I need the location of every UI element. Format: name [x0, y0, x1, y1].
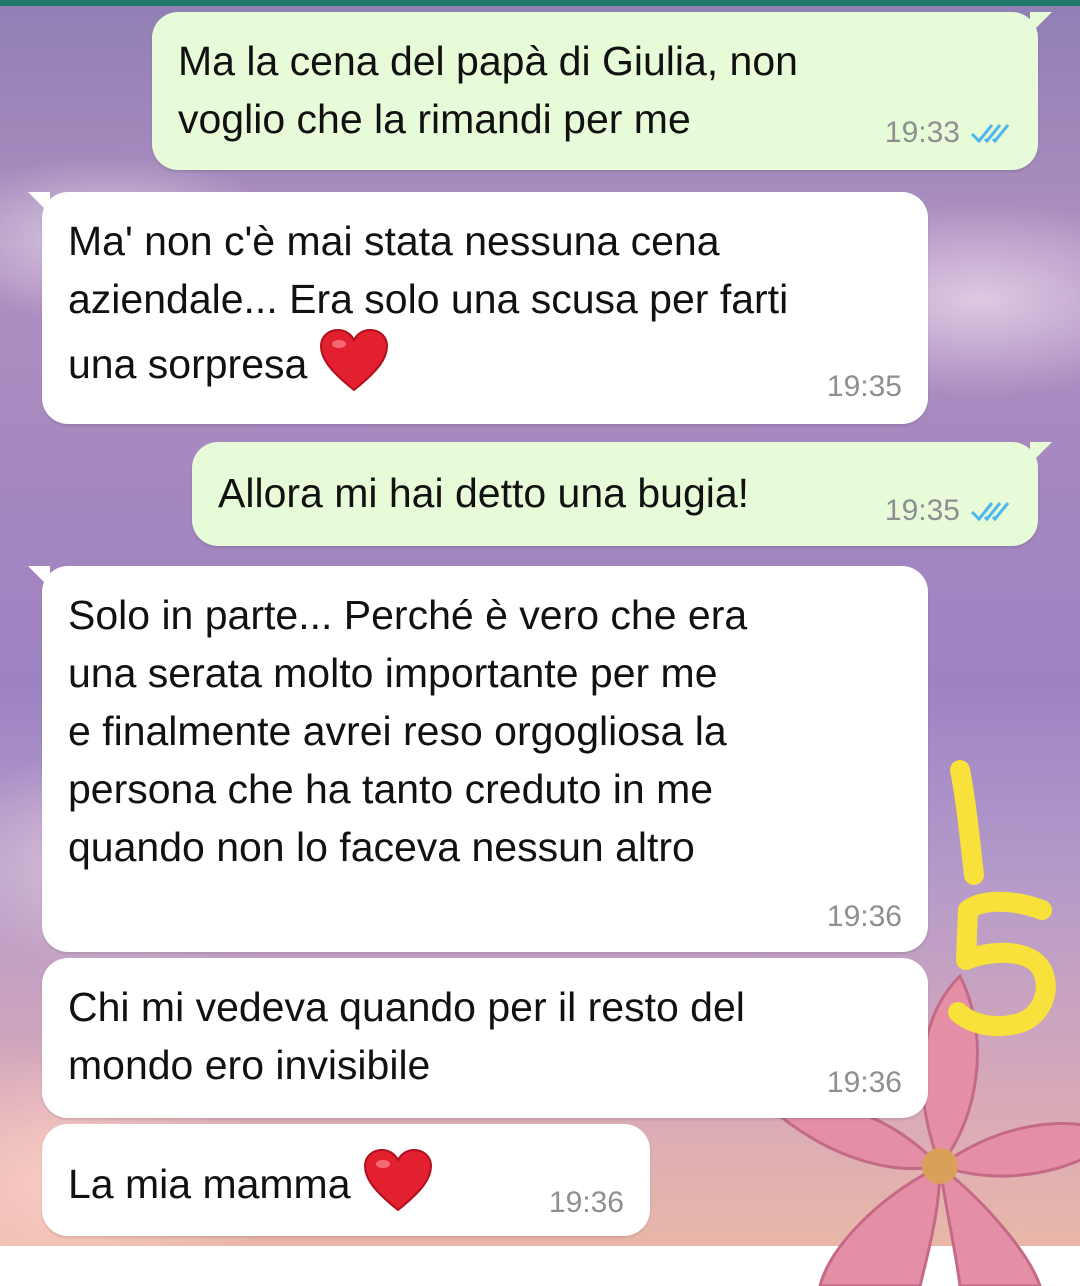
message-time: 19:35: [884, 494, 960, 527]
header-bar-edge: [0, 0, 1080, 6]
message-meta: 19:36: [827, 900, 902, 934]
message-time: 19:35: [826, 370, 902, 403]
message-meta: 19:33: [885, 116, 1014, 150]
message-meta: 19:35: [827, 370, 902, 404]
message-text: La mia mamma: [68, 1148, 433, 1213]
read-ticks-icon: [970, 502, 1010, 522]
message-meta: 19:35: [885, 494, 1014, 528]
read-ticks-icon: [970, 124, 1010, 144]
red-heart-icon: [363, 1148, 432, 1212]
message-bubble-outgoing[interactable]: Ma la cena del papà di Giulia, non vogli…: [152, 12, 1052, 170]
message-time: 19:36: [826, 1066, 902, 1099]
message-bubble-incoming[interactable]: Ma' non c'è mai stata nessuna cena azien…: [28, 192, 928, 424]
message-text-content: Ma' non c'è mai stata nessuna cena azien…: [68, 218, 789, 387]
message-meta: 19:36: [549, 1186, 624, 1220]
message-meta: 19:36: [827, 1066, 902, 1100]
message-bubble-outgoing[interactable]: Allora mi hai detto una bugia! 19:35: [192, 442, 1052, 546]
message-bubble-incoming[interactable]: La mia mamma 19:36: [42, 1124, 650, 1236]
message-bubble-incoming[interactable]: Chi mi vedeva quando per il resto del mo…: [42, 958, 928, 1118]
message-time: 19:33: [884, 116, 960, 149]
message-text: Chi mi vedeva quando per il resto del mo…: [68, 984, 745, 1088]
message-text: Ma' non c'è mai stata nessuna cena azien…: [68, 212, 788, 393]
message-time: 19:36: [548, 1186, 624, 1219]
message-text: Allora mi hai detto una bugia!: [218, 470, 750, 516]
message-time: 19:36: [826, 900, 902, 933]
message-text-content: La mia mamma: [68, 1161, 351, 1207]
message-text: Solo in parte... Perché è vero che era u…: [68, 592, 748, 870]
message-text: Ma la cena del papà di Giulia, non vogli…: [178, 38, 798, 142]
message-bubble-incoming[interactable]: Solo in parte... Perché è vero che era u…: [28, 566, 928, 952]
handwritten-number-annotation: [948, 760, 1056, 1037]
red-heart-icon: [320, 328, 389, 392]
